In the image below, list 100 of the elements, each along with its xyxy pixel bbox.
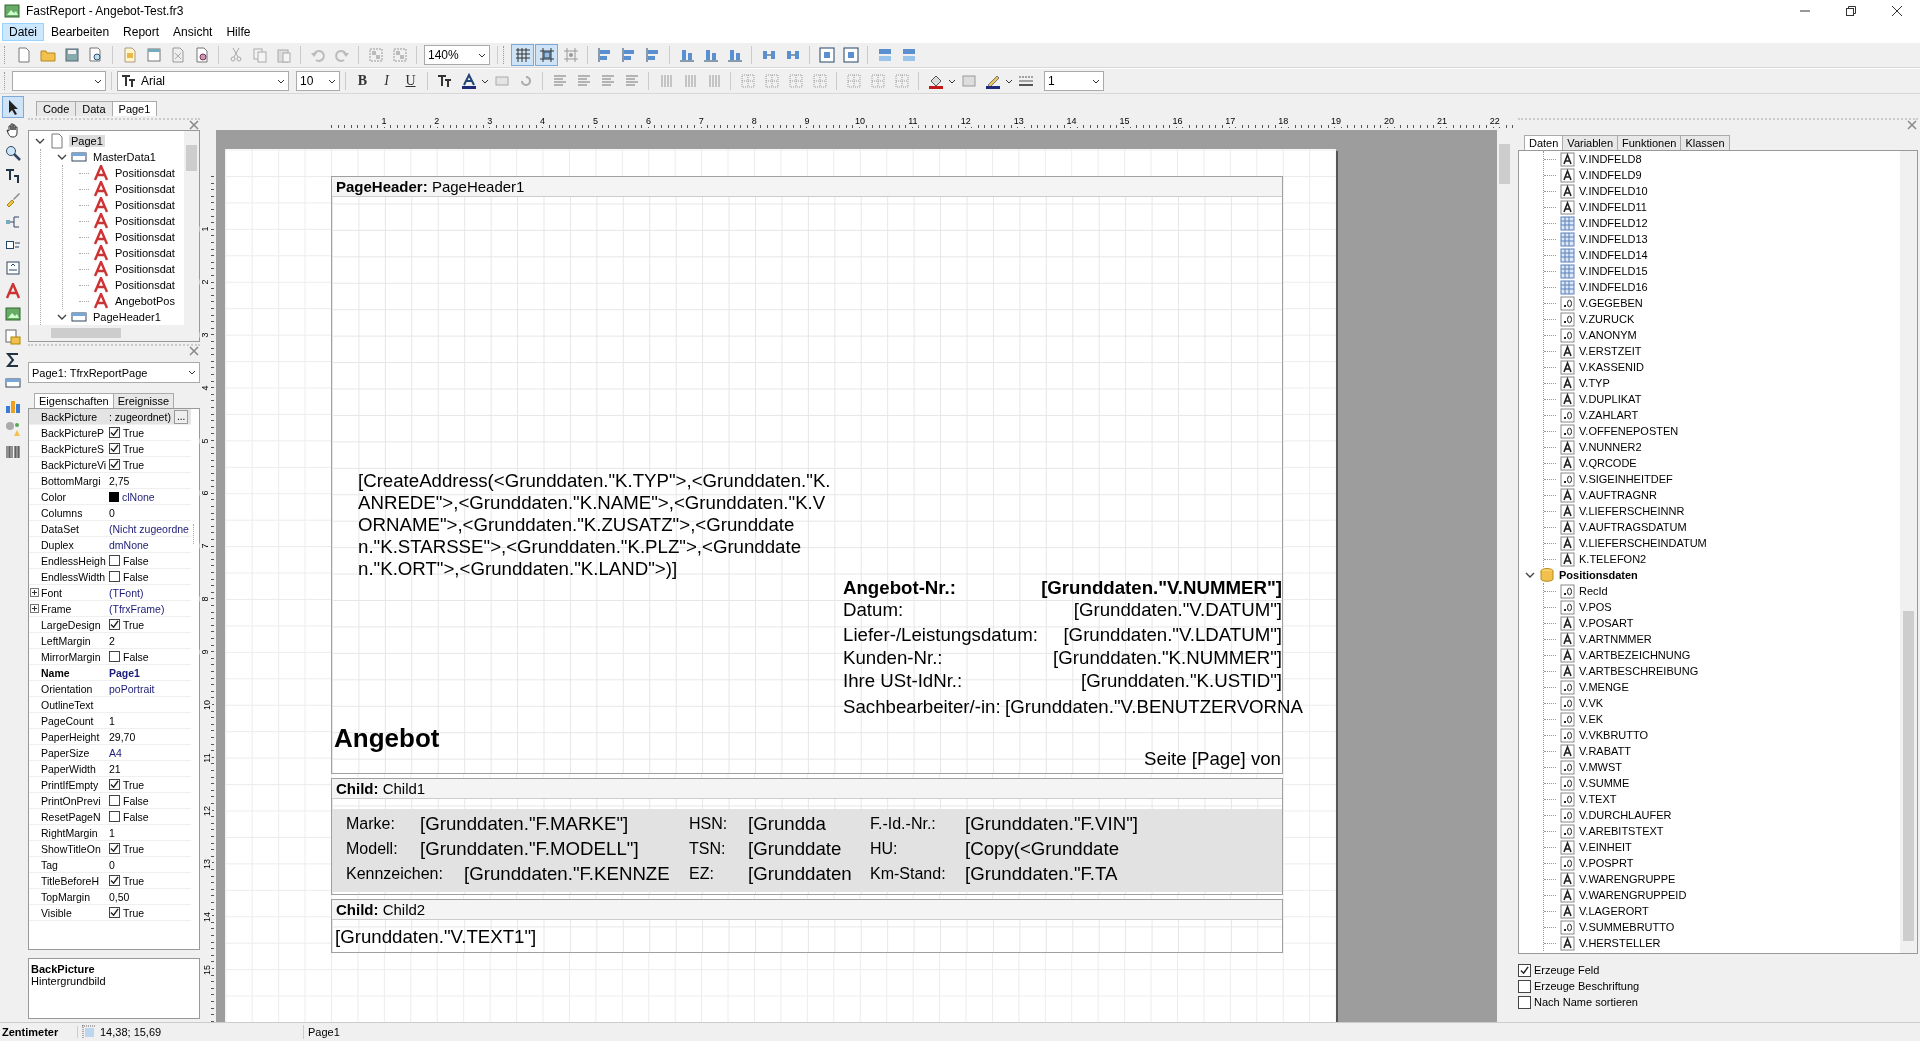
tree-item[interactable]: Positionsdat [113, 183, 177, 195]
data-field[interactable]: V.POS [1579, 601, 1612, 613]
data-field[interactable]: V.AUFTRAGSDATUM [1579, 521, 1687, 533]
report-text-object[interactable]: Seite [Page] von [1032, 748, 1281, 770]
report-text-object[interactable]: Kunden-Nr.: [843, 647, 943, 669]
checkbox[interactable] [1518, 995, 1531, 1009]
tree-item[interactable]: Positionsdat [113, 215, 177, 227]
scrollbar[interactable] [1900, 151, 1917, 953]
data-field[interactable]: V.INDFELD12 [1579, 217, 1648, 229]
browse-button[interactable]: ... [173, 409, 189, 424]
data-field[interactable]: V.INDFELD16 [1579, 281, 1648, 293]
tree-item[interactable]: Positionsdat [113, 167, 177, 179]
data-field[interactable]: V.VK [1579, 697, 1604, 709]
menu-item[interactable]: Ansicht [166, 23, 220, 41]
line-width-dropdown[interactable]: 1 [1044, 71, 1104, 91]
data-field[interactable]: V.RABATT [1579, 745, 1631, 757]
data-field[interactable]: V.LIEFERSCHEINNR [1579, 505, 1685, 517]
report-text-object[interactable]: [Grunddaten."F.MARKE"] [420, 813, 629, 835]
report-text-object[interactable]: [Grunddaten."F.VIN"] [965, 813, 1138, 835]
data-field[interactable]: V.ARTBEZEICHNUNG [1579, 649, 1691, 661]
report-text-object[interactable]: Datum: [843, 599, 904, 621]
report-text-object[interactable]: [Grunddaten."K.NUMMER"] [1032, 647, 1282, 669]
menu-item[interactable]: Datei [2, 23, 44, 41]
data-field[interactable]: V.MWST [1579, 761, 1622, 773]
report-text-object[interactable]: [Grunddaten."V.TEXT1"] [335, 926, 537, 948]
data-field[interactable]: V.ERSTZEIT [1579, 345, 1642, 357]
menu-item[interactable]: Report [116, 23, 167, 41]
italic-button[interactable]: I [375, 70, 398, 92]
report-text-object[interactable]: [Grunddaten."F.MODELL"] [420, 838, 639, 860]
tree-item[interactable]: Positionsdat [113, 231, 177, 243]
report-text-object[interactable]: Angebot-Nr.: [843, 577, 956, 599]
dictionary-tab[interactable]: Funktionen [1617, 135, 1682, 150]
data-field[interactable]: V.VKBRUTTO [1579, 729, 1649, 741]
grid-button[interactable] [511, 44, 534, 66]
inspector-tab[interactable]: Ereignisse [112, 393, 175, 408]
data-field[interactable]: V.LAGERORT [1579, 905, 1649, 917]
checkbox[interactable] [109, 795, 120, 806]
data-field[interactable]: V.OFFENEPOSTEN [1579, 425, 1679, 437]
tree-item[interactable]: Positionsdat [113, 199, 177, 211]
data-field[interactable]: V.MENGE [1579, 681, 1629, 693]
data-field[interactable]: V.AREBITSTEXT [1579, 825, 1664, 837]
report-text-object[interactable]: Ihre USt-IdNr.: [843, 670, 963, 692]
zoom-dropdown[interactable]: 140% [424, 45, 490, 65]
checkbox[interactable] [109, 779, 120, 790]
fit-grid-button[interactable] [535, 44, 558, 66]
checkbox[interactable] [109, 907, 120, 918]
checkbox[interactable] [109, 459, 120, 470]
data-field[interactable]: V.INDFELD10 [1579, 185, 1648, 197]
report-text-object[interactable]: [CreateAddress(<Grunddaten."K.TYP">,<Grunddaten."K.ANREDE">,<Grunddaten."K.NAME">,<Grunddaten."K.VORNAME">,<Grunddaten."K.ZUSATZ">,<Grunddaten."K.STARSSE">,<Grunddaten."K.PLZ">,<Grunddaten."K.ORT">,<Grunddaten."K.LAND">)] [358, 470, 834, 580]
tree-item[interactable]: PageHeader1 [91, 311, 163, 323]
report-text-object[interactable]: HSN: [689, 813, 728, 835]
data-field[interactable]: V.EINHEIT [1579, 841, 1632, 853]
data-field[interactable]: V.INDFELD9 [1579, 169, 1642, 181]
data-field[interactable]: V.EK [1579, 713, 1604, 725]
data-field[interactable]: V.KASSENID [1579, 361, 1644, 373]
report-text-object[interactable]: [Grunddaten."K.USTID"] [1032, 670, 1282, 692]
designer-tab[interactable]: Data [75, 101, 113, 116]
data-field[interactable]: RecId [1579, 585, 1608, 597]
report-text-object[interactable]: HU: [870, 838, 898, 860]
checkbox[interactable] [109, 571, 120, 582]
checkbox[interactable] [109, 427, 120, 438]
designer-tab[interactable]: Code [36, 101, 77, 116]
scrollbar[interactable] [184, 131, 199, 325]
data-field[interactable]: V.INDFELD14 [1579, 249, 1648, 261]
bold-button[interactable]: B [351, 70, 374, 92]
data-field[interactable]: V.GEGEBEN [1579, 297, 1643, 309]
data-field[interactable]: V.QRCODE [1579, 457, 1637, 469]
tree-item[interactable]: Positionsdat [113, 247, 177, 259]
data-field[interactable]: V.LIEFERSCHEINDATUM [1579, 537, 1707, 549]
tree-item[interactable]: Positionsdat [113, 279, 177, 291]
report-text-object[interactable]: [Grundda [748, 813, 826, 835]
data-field[interactable]: V.SUMMEBRUTTO [1579, 921, 1675, 933]
data-field[interactable]: V.TEXT [1579, 793, 1617, 805]
tree-item[interactable]: AngebotPos [113, 295, 177, 307]
designer-tab[interactable]: Page1 [111, 101, 158, 116]
scrollbar[interactable] [29, 325, 199, 341]
dataset[interactable]: Positionsdaten [1559, 569, 1638, 581]
data-field[interactable]: V.ZURUCK [1579, 313, 1635, 325]
inspector-tab[interactable]: Eigenschaften [34, 393, 114, 408]
report-text-object[interactable]: [Grunddaten."F.KENNZE [464, 863, 670, 885]
checkbox[interactable] [1518, 963, 1531, 977]
report-text-object[interactable]: [Grunddaten [748, 863, 852, 885]
checkbox[interactable] [1518, 979, 1531, 993]
data-field[interactable]: V.SUMME [1579, 777, 1630, 789]
tree-item[interactable]: MasterData1 [91, 151, 158, 163]
dictionary-tab[interactable]: Klassen [1680, 135, 1730, 150]
data-field[interactable]: V.INDFELD15 [1579, 265, 1648, 277]
report-text-object[interactable]: Sachbearbeiter/-in: [843, 696, 1001, 718]
report-text-object[interactable]: Liefer-/Leistungsdatum: [843, 624, 1038, 646]
object-selector-dropdown[interactable]: Page1: TfrxReportPage [28, 362, 200, 383]
data-field[interactable]: V.ANONYM [1579, 329, 1637, 341]
report-text-object[interactable]: [Grunddaten."V.DATUM"] [1032, 599, 1282, 621]
data-field[interactable]: V.ZAHLART [1579, 409, 1639, 421]
data-field[interactable]: V.ARTBESCHREIBUNG [1579, 665, 1699, 677]
select-tool[interactable] [2, 96, 24, 118]
checkbox[interactable] [109, 555, 120, 566]
report-text-object[interactable]: Km-Stand: [870, 863, 946, 885]
data-field[interactable]: V.HERSTELLER [1579, 937, 1661, 949]
data-field[interactable]: V.INDFELD11 [1579, 201, 1647, 213]
checkbox[interactable] [109, 443, 120, 454]
